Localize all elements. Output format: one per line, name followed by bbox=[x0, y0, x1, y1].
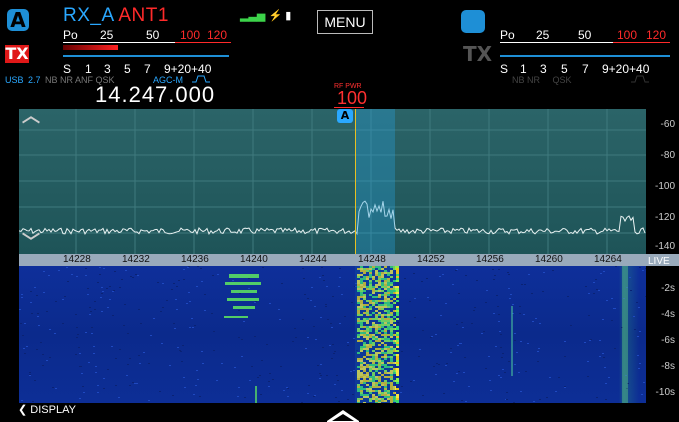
power-meter-line-b bbox=[500, 42, 613, 43]
menu-button[interactable]: MENU bbox=[317, 10, 373, 34]
freq-tick: 14244 bbox=[299, 254, 327, 265]
s-meter-line-b bbox=[500, 55, 670, 57]
s-1: 1 bbox=[85, 62, 92, 76]
time-label: -10s bbox=[655, 387, 675, 398]
freq-tick: 14260 bbox=[535, 254, 563, 265]
power-label-b: Po bbox=[500, 28, 515, 42]
freq-tick: 14236 bbox=[181, 254, 209, 265]
receive-filter-passband[interactable] bbox=[355, 109, 395, 254]
time-label: -8s bbox=[661, 361, 675, 372]
plug-icon: ⚡ bbox=[268, 10, 283, 22]
freq-tick: 14256 bbox=[476, 254, 504, 265]
time-label: -2s bbox=[661, 283, 675, 294]
power-120-b: 120 bbox=[646, 28, 667, 42]
waterfall-signals bbox=[19, 266, 646, 403]
battery-icon: ▮ bbox=[285, 10, 292, 22]
power-100-b: 100 bbox=[617, 28, 638, 42]
s-7: 7 bbox=[144, 62, 151, 76]
rx-label: RX_A bbox=[63, 5, 114, 26]
s-3-b: 3 bbox=[540, 62, 547, 76]
db-label: -140 bbox=[654, 241, 675, 252]
tuning-marker[interactable] bbox=[355, 109, 356, 254]
power-100: 100 bbox=[180, 28, 201, 42]
freq-tick: 14264 bbox=[594, 254, 622, 265]
slice-b-badge[interactable] bbox=[461, 10, 485, 33]
chevron-down-icon[interactable]: ﹀ bbox=[22, 234, 40, 252]
time-label: -6s bbox=[661, 335, 675, 346]
power-meter-red-line-b bbox=[613, 42, 670, 43]
spectrum-trace bbox=[19, 109, 646, 254]
vfo-frequency[interactable]: 14.247.000 bbox=[95, 84, 215, 106]
freq-tick: 14252 bbox=[417, 254, 445, 265]
rf-power-underline bbox=[334, 107, 364, 108]
s-meter-line bbox=[63, 55, 229, 57]
time-label: -4s bbox=[661, 309, 675, 320]
freq-tick: 14232 bbox=[122, 254, 150, 265]
frequency-axis[interactable]: 14228 14232 14236 14240 14244 14248 1425… bbox=[19, 254, 679, 266]
tx-badge-b[interactable]: TX bbox=[463, 44, 492, 64]
status-icons: ▂▃▅ ⚡ ▮ bbox=[240, 9, 291, 22]
s-7-b: 7 bbox=[582, 62, 589, 76]
waterfall-filter-overlay bbox=[355, 266, 395, 403]
s-label: S bbox=[63, 62, 72, 76]
power-120: 120 bbox=[207, 28, 228, 42]
s-3: 3 bbox=[104, 62, 111, 76]
db-label: -80 bbox=[660, 150, 675, 161]
freq-tick: 14240 bbox=[240, 254, 268, 265]
freq-tick: 14228 bbox=[63, 254, 91, 265]
db-label: -120 bbox=[654, 212, 675, 223]
power-50-b: 50 bbox=[578, 28, 592, 42]
db-label: -60 bbox=[660, 119, 675, 130]
db-label: -100 bbox=[654, 181, 675, 192]
power-50: 50 bbox=[146, 28, 160, 42]
home-icon[interactable] bbox=[326, 403, 360, 422]
spectrum-display[interactable] bbox=[19, 109, 646, 254]
power-meter-bar bbox=[63, 45, 118, 50]
power-meter-line bbox=[63, 42, 175, 43]
power-label: Po bbox=[63, 28, 78, 42]
power-meter-red-line bbox=[175, 42, 231, 43]
chevron-up-icon[interactable]: ︿ bbox=[22, 108, 40, 126]
s-5-b: 5 bbox=[561, 62, 568, 76]
tx-badge-a[interactable]: TX bbox=[5, 45, 29, 63]
mode-label[interactable]: USB bbox=[5, 75, 24, 85]
waterfall-display[interactable] bbox=[19, 266, 646, 403]
rx-antenna-label[interactable]: RX_A ANT1 bbox=[63, 5, 169, 27]
slice-a-badge[interactable]: A bbox=[7, 9, 29, 31]
freq-tick: 14248 bbox=[358, 254, 386, 265]
filter-shape-icon-b bbox=[631, 75, 649, 83]
bandwidth-label[interactable]: 2.7 bbox=[28, 75, 41, 85]
rf-power-value[interactable]: 100 bbox=[337, 89, 367, 107]
s-1-b: 1 bbox=[520, 62, 527, 76]
display-button[interactable]: ❮ DISPLAY bbox=[18, 403, 76, 416]
power-25: 25 bbox=[100, 28, 114, 42]
antenna-label[interactable]: ANT1 bbox=[118, 5, 169, 26]
dsp-flags-b[interactable]: NB NR QSK bbox=[512, 75, 572, 85]
chevron-left-icon: ❮ bbox=[18, 404, 31, 416]
display-label: DISPLAY bbox=[30, 404, 76, 416]
live-indicator[interactable]: LIVE bbox=[648, 256, 670, 267]
power-25-b: 25 bbox=[536, 28, 550, 42]
slice-a-marker[interactable]: A bbox=[337, 109, 353, 123]
s-5: 5 bbox=[124, 62, 131, 76]
s-label-b: S bbox=[500, 62, 509, 76]
signal-strength-icon: ▂▃▅ bbox=[240, 10, 266, 22]
